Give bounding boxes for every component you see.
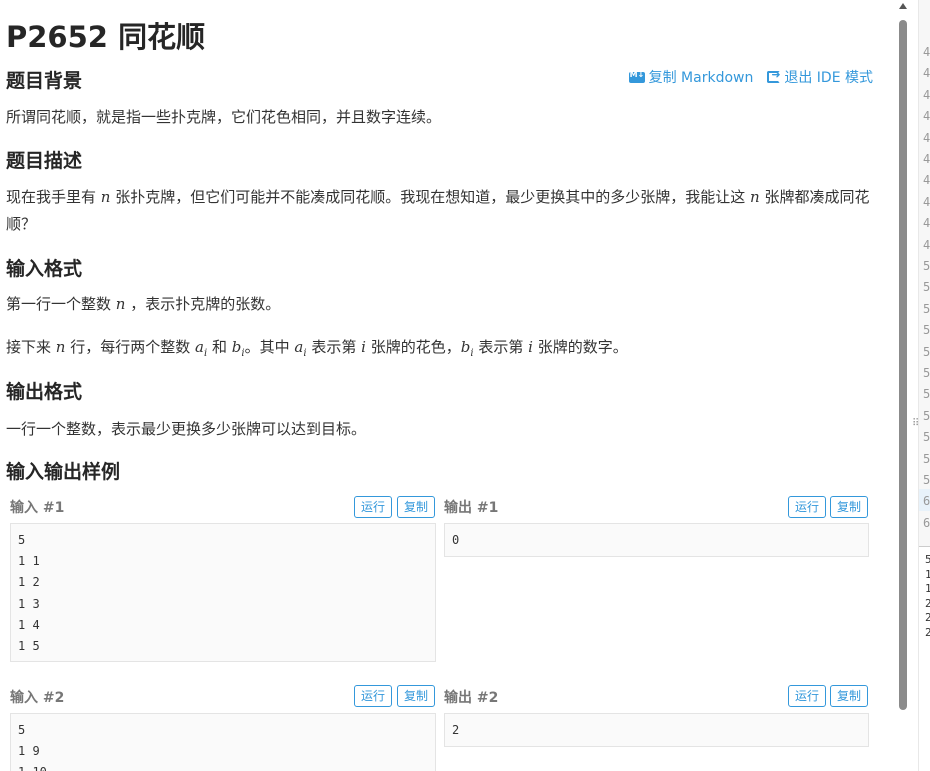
line-number: 5 — [923, 344, 930, 359]
input-format-line-1: 第一行一个整数 n ，表示扑克牌的张数。 — [6, 295, 281, 313]
samples-heading: 输入输出样例 — [6, 461, 121, 483]
line-number: 5 — [923, 366, 930, 380]
background-text: 所谓同花顺，就是指一些扑克牌，它们花色相同，并且数字连续。 — [6, 108, 442, 126]
copy-markdown-label: 复制 Markdown — [648, 70, 754, 86]
sample-1-input-box[interactable]: 5 1 1 1 2 1 3 1 4 1 5 — [10, 523, 436, 662]
line-number: 4 — [923, 237, 930, 252]
line-number: 5 — [923, 301, 930, 316]
sample-1-input-label: 输入 #1 — [10, 500, 65, 516]
line-number: 4 — [923, 66, 930, 81]
sample-2-input-copy-button[interactable]: 复制 — [397, 685, 436, 707]
ide-input-line: 2 — [925, 597, 930, 610]
line-number: 5 — [923, 387, 930, 402]
line-number: 5 — [923, 280, 930, 295]
sample-1-output-copy-button[interactable]: 复制 — [830, 496, 869, 518]
line-number: 4 — [923, 173, 930, 188]
sample-2-output-copy-button[interactable]: 复制 — [830, 685, 869, 707]
line-number: 4 — [923, 45, 930, 59]
sample-2-input-text: 5 1 9 1 10 — [18, 723, 47, 771]
scrollbar-thumb[interactable] — [899, 20, 907, 710]
line-number: 4 — [923, 87, 930, 102]
background-heading: 题目背景 — [6, 70, 83, 92]
ide-input-area[interactable]: 511222 — [919, 546, 930, 771]
problem-scrollbar[interactable] — [896, 0, 910, 771]
sample-2-output-label: 输出 #2 — [444, 690, 499, 706]
sample-1-output-box[interactable]: 0 — [444, 523, 869, 557]
copy-markdown-link[interactable]: 复制 Markdown — [628, 67, 754, 87]
sample-1-output-run-button[interactable]: 运行 — [788, 496, 827, 518]
header-links: 复制 Markdown 退出 IDE 模式 — [628, 67, 873, 87]
description-heading: 题目描述 — [6, 150, 83, 172]
ide-input-line: 2 — [925, 611, 930, 624]
exit-ide-link[interactable]: 退出 IDE 模式 — [767, 67, 873, 87]
sample-1-output-text: 0 — [452, 533, 460, 547]
markdown-icon — [628, 70, 645, 83]
ide-input-line: 2 — [925, 626, 930, 639]
line-number: 4 — [923, 109, 930, 124]
line-number: 5 — [923, 323, 930, 338]
line-number: 5 — [923, 451, 930, 466]
sample-2-output-text: 2 — [452, 723, 460, 737]
line-number: 4 — [923, 194, 930, 209]
sample-1-output-label: 输出 #1 — [444, 500, 499, 516]
ide-input-line: 5 — [925, 553, 930, 566]
sample-2-input-run-button[interactable]: 运行 — [354, 685, 393, 707]
output-format-text: 一行一个整数，表示最少更换多少张牌可以达到目标。 — [6, 420, 367, 438]
problem-statement: P2652 同花顺 复制 Markdown 退出 IDE 模式 题目背景 所谓同… — [0, 0, 895, 771]
exit-icon — [767, 68, 781, 83]
input-format-heading: 输入格式 — [6, 258, 83, 280]
ide-panel: 44444444445555555555566 511222 — [918, 0, 930, 771]
line-number: 5 — [923, 408, 930, 423]
sample-2-output-run-button[interactable]: 运行 — [788, 685, 827, 707]
sample-1-input-run-button[interactable]: 运行 — [354, 496, 393, 518]
line-number: 6 — [923, 494, 930, 509]
output-format-heading: 输出格式 — [6, 381, 83, 403]
line-number: 4 — [923, 152, 930, 166]
sample-2-output-box[interactable]: 2 — [444, 713, 869, 747]
scroll-up-arrow-icon[interactable] — [899, 3, 907, 9]
line-number: 5 — [923, 259, 930, 273]
description-text: 现在我手里有 n 张扑克牌，但它们可能并不能凑成同花顺。我现在想知道，最少更换其… — [6, 188, 870, 233]
sample-1-input-text: 5 1 1 1 2 1 3 1 4 1 5 — [18, 533, 40, 654]
line-number: 5 — [923, 473, 930, 487]
line-number: 5 — [923, 430, 930, 445]
pane-resize-handle[interactable]: ⠿ — [910, 0, 919, 771]
ide-input-line: 1 — [925, 582, 930, 595]
line-number: 4 — [923, 216, 930, 231]
problem-title: P2652 同花顺 — [6, 20, 206, 54]
sample-1-input-copy-button[interactable]: 复制 — [397, 496, 436, 518]
sample-2-input-label: 输入 #2 — [10, 690, 65, 706]
line-number: 4 — [923, 130, 930, 145]
exit-ide-label: 退出 IDE 模式 — [784, 70, 873, 86]
sample-2-input-box[interactable]: 5 1 9 1 10 — [10, 713, 436, 771]
line-number: 6 — [923, 515, 930, 530]
input-format-line-2: 接下来 n 行，每行两个整数 ai 和 bi。其中 ai 表示第 i 张牌的花色… — [6, 338, 628, 359]
ide-input-line: 1 — [925, 568, 930, 581]
